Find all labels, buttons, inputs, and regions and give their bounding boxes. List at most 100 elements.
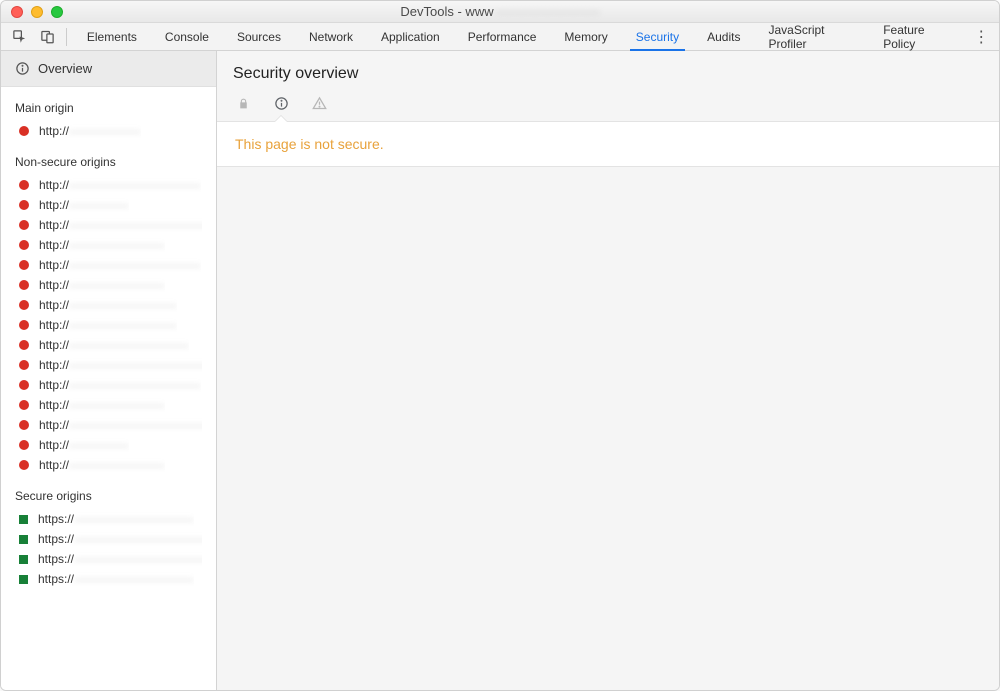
insecure-indicator-icon — [19, 280, 29, 290]
origin-text: http://———————————— — [39, 218, 202, 232]
insecure-indicator-icon — [19, 340, 29, 350]
origin-item[interactable]: http://————————— — [1, 315, 216, 335]
origin-item[interactable]: http://——————————— — [1, 255, 216, 275]
maximize-window-button[interactable] — [51, 6, 63, 18]
insecure-indicator-icon — [19, 200, 29, 210]
origin-text: https://————————————— — [38, 532, 202, 546]
insecure-indicator-icon — [19, 400, 29, 410]
origin-item[interactable]: http://———————— — [1, 235, 216, 255]
security-message: This page is not secure. — [217, 121, 999, 167]
window-controls — [11, 6, 63, 18]
origin-text: http://———————— — [39, 238, 165, 252]
insecure-indicator-icon — [19, 180, 29, 190]
window-title-text: DevTools - www — [400, 4, 493, 19]
origin-item[interactable]: http://———————— — [1, 395, 216, 415]
origin-text: http://———————— — [39, 458, 165, 472]
security-sidebar: Overview Main originhttp://——————Non-sec… — [1, 51, 217, 690]
origin-item[interactable]: https://—————————— — [1, 569, 216, 589]
toolbar-separator — [66, 28, 67, 46]
origin-item[interactable]: http://—————— — [1, 121, 216, 141]
close-window-button[interactable] — [11, 6, 23, 18]
insecure-indicator-icon — [19, 360, 29, 370]
insecure-indicator-icon — [19, 260, 29, 270]
security-overview-title: Security overview — [233, 65, 983, 83]
insecure-indicator-icon — [19, 220, 29, 230]
origin-item[interactable]: http://——————————— — [1, 375, 216, 395]
window-title-redacted: ———————— — [496, 4, 600, 19]
main-header: Security overview — [217, 51, 999, 121]
sidebar-overview[interactable]: Overview — [1, 51, 216, 87]
origin-text: http://—————————————— — [39, 358, 202, 372]
secure-indicator-icon — [19, 535, 28, 544]
security-status-icons — [235, 95, 983, 111]
origin-item[interactable]: http://———————————— — [1, 215, 216, 235]
tab-javascript-profiler[interactable]: JavaScript Profiler — [754, 23, 869, 50]
secure-indicator-icon — [19, 515, 28, 524]
origin-text: http://—————————— — [39, 338, 189, 352]
origin-text: http://——————————— — [39, 378, 201, 392]
origin-item[interactable]: https://—————————— — [1, 509, 216, 529]
origin-text: https://————————————— — [38, 552, 202, 566]
tab-performance[interactable]: Performance — [454, 23, 551, 50]
origin-text: http://—————— — [39, 124, 141, 138]
insecure-indicator-icon — [19, 380, 29, 390]
tab-console[interactable]: Console — [151, 23, 223, 50]
more-options-icon[interactable]: ⋮ — [970, 27, 994, 47]
devtools-toolbar: ElementsConsoleSourcesNetworkApplication… — [1, 23, 999, 51]
sidebar-section-title: Secure origins — [1, 475, 216, 509]
origin-item[interactable]: http://—————————————— — [1, 355, 216, 375]
tab-memory[interactable]: Memory — [550, 23, 621, 50]
inspect-element-icon[interactable] — [7, 27, 32, 47]
insecure-indicator-icon — [19, 460, 29, 470]
origin-text: http://————————— — [39, 298, 177, 312]
insecure-indicator-icon — [19, 126, 29, 136]
origin-item[interactable]: http://————————————— — [1, 415, 216, 435]
window-title: DevTools - www ———————— — [400, 4, 599, 19]
secure-indicator-icon — [19, 575, 28, 584]
origin-item[interactable]: http://————— — [1, 435, 216, 455]
insecure-indicator-icon — [19, 320, 29, 330]
tab-sources[interactable]: Sources — [223, 23, 295, 50]
tab-feature-policy[interactable]: Feature Policy — [869, 23, 965, 50]
secure-indicator-icon — [19, 555, 28, 564]
tab-audits[interactable]: Audits — [693, 23, 754, 50]
insecure-indicator-icon — [19, 420, 29, 430]
origin-item[interactable]: http://———————— — [1, 275, 216, 295]
origin-item[interactable]: http://——————————— — [1, 175, 216, 195]
origin-item[interactable]: http://—————————— — [1, 335, 216, 355]
device-toolbar-icon[interactable] — [34, 27, 59, 47]
tab-elements[interactable]: Elements — [73, 23, 151, 50]
warning-triangle-icon — [311, 95, 327, 111]
origin-text: http://———————— — [39, 278, 165, 292]
origin-text: http://————————— — [39, 318, 177, 332]
origin-text: https://—————————— — [38, 512, 194, 526]
origin-item[interactable]: https://————————————— — [1, 549, 216, 569]
origin-text: http://————————————— — [39, 418, 202, 432]
origin-text: http://————— — [39, 198, 129, 212]
tab-application[interactable]: Application — [367, 23, 454, 50]
origin-text: https://—————————— — [38, 572, 194, 586]
insecure-indicator-icon — [19, 440, 29, 450]
sidebar-overview-label: Overview — [38, 61, 92, 76]
origin-item[interactable]: http://————————— — [1, 295, 216, 315]
tab-network[interactable]: Network — [295, 23, 367, 50]
origin-text: http://——————————— — [39, 258, 201, 272]
insecure-indicator-icon — [19, 240, 29, 250]
origin-text: http://——————————— — [39, 178, 201, 192]
security-main: Security overview This page is not secur… — [217, 51, 999, 690]
sidebar-section-title: Main origin — [1, 87, 216, 121]
origin-text: http://————— — [39, 438, 129, 452]
devtools-window: DevTools - www ———————— ElementsConsoleS… — [0, 0, 1000, 691]
lock-icon — [235, 95, 251, 111]
origin-item[interactable]: https://————————————— — [1, 529, 216, 549]
origin-item[interactable]: http://————— — [1, 195, 216, 215]
origin-item[interactable]: http://———————— — [1, 455, 216, 475]
tab-security[interactable]: Security — [622, 23, 693, 50]
info-icon — [15, 61, 30, 76]
panel-body: Overview Main originhttp://——————Non-sec… — [1, 51, 999, 690]
insecure-indicator-icon — [19, 300, 29, 310]
minimize-window-button[interactable] — [31, 6, 43, 18]
info-circle-icon — [273, 95, 289, 111]
titlebar: DevTools - www ———————— — [1, 1, 999, 23]
panel-tabs: ElementsConsoleSourcesNetworkApplication… — [73, 23, 966, 50]
